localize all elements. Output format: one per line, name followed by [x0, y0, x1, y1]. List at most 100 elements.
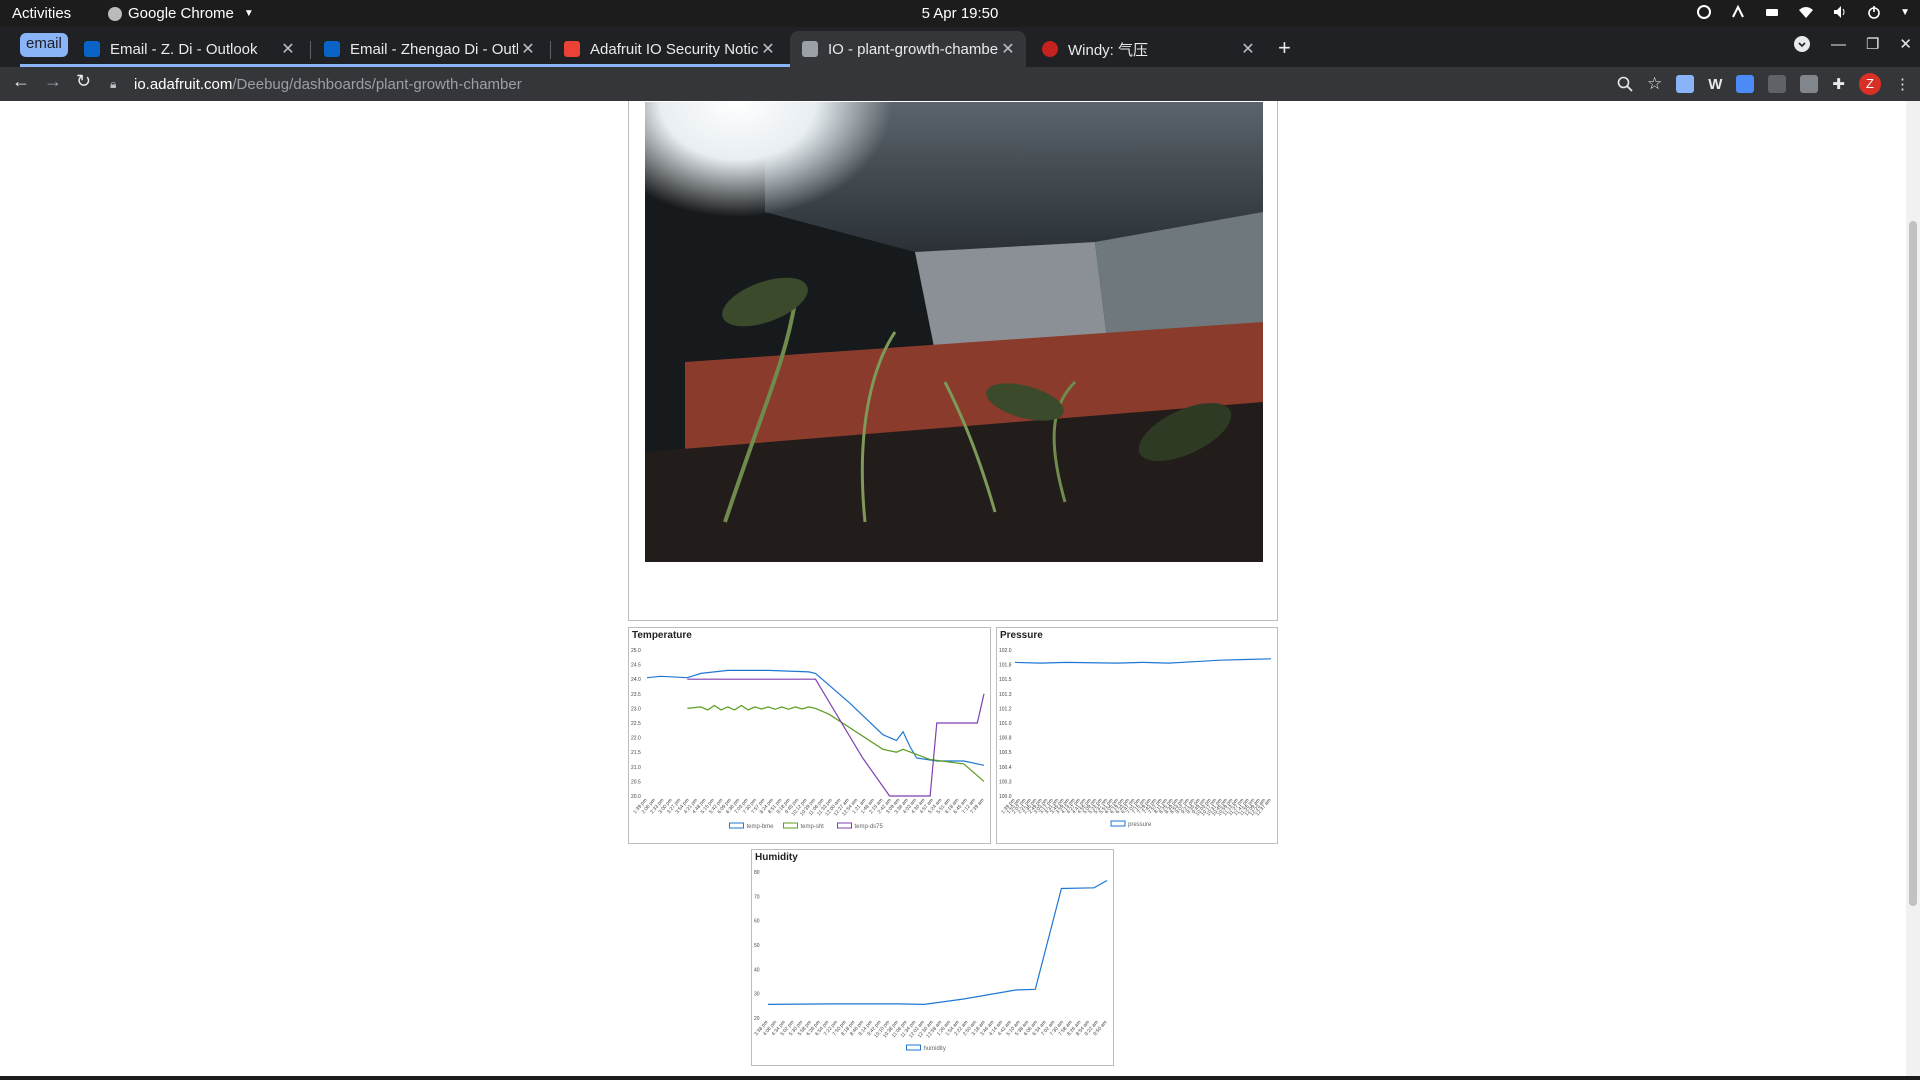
- extension-icon[interactable]: [1800, 75, 1819, 93]
- pressure-chart: 102.0 101.8 101.5 101.3 101.2 101.0 100.8 100.5…: [999, 648, 1273, 828]
- y-tick-label: 24.5: [631, 663, 641, 669]
- close-icon[interactable]: ✕: [518, 39, 538, 59]
- outlook-icon: [84, 41, 100, 57]
- activities-button[interactable]: Activities: [12, 5, 71, 22]
- y-tick-label: 25.0: [631, 648, 641, 654]
- reload-button[interactable]: ↻: [76, 71, 91, 92]
- power-icon[interactable]: [1866, 4, 1882, 20]
- network-tool-icon[interactable]: [1730, 4, 1746, 20]
- y-tick-label: 20: [754, 1016, 760, 1022]
- tab-separator: [550, 41, 551, 59]
- tab-outlook-2[interactable]: Email - Zhengao Di - Outlo ✕: [312, 31, 546, 67]
- system-tray[interactable]: ▼: [1696, 4, 1910, 20]
- chrome-icon: [108, 6, 122, 21]
- series-line-temp-sht: [687, 704, 985, 782]
- close-icon[interactable]: ✕: [278, 39, 298, 59]
- y-tick-label: 23.0: [631, 706, 641, 712]
- sync-icon[interactable]: [1696, 4, 1712, 20]
- temperature-chart-block[interactable]: Temperature 25.0 24.5 24.0 23.5 23.0 22.5 22.0…: [628, 627, 991, 844]
- series-line-temp-ds75: [687, 678, 985, 797]
- toolbar-actions: ☆ W ✚ Z ⋮: [1617, 73, 1910, 95]
- page-scrollbar[interactable]: [1906, 101, 1920, 1076]
- y-tick-label: 101.8: [999, 663, 1012, 669]
- tab-separator: [310, 41, 311, 59]
- y-tick-label: 100.4: [999, 765, 1012, 771]
- app-menu[interactable]: Google Chrome ▼: [108, 5, 254, 22]
- close-icon[interactable]: ✕: [1238, 39, 1258, 59]
- gmail-icon: [564, 41, 580, 57]
- tab-windy[interactable]: Windy: 气压 ✕: [1030, 31, 1266, 67]
- extension-icon[interactable]: [1676, 75, 1695, 93]
- y-tick-label: 22.5: [631, 721, 641, 727]
- profile-avatar[interactable]: Z: [1859, 73, 1881, 95]
- close-icon[interactable]: ✕: [998, 39, 1018, 59]
- close-window-button[interactable]: ✕: [1899, 35, 1912, 53]
- lock-icon[interactable]: 🔒︎: [110, 77, 122, 92]
- browser-toolbar: ← → ↻ 🔒︎ io.adafruit.com/Deebug/dashboar…: [0, 67, 1920, 101]
- y-tick-label: 22.0: [631, 736, 641, 742]
- legend-label-temp-ds75: temp-ds75: [855, 824, 884, 830]
- tab-group-email[interactable]: email: [20, 33, 68, 57]
- legend-swatch-temp-ds75: [837, 822, 852, 829]
- volume-icon[interactable]: [1832, 4, 1848, 20]
- outlook-icon: [324, 41, 340, 57]
- caret-down-icon[interactable]: ▼: [1900, 7, 1910, 18]
- y-tick-label: 100.3: [999, 779, 1012, 785]
- forward-button[interactable]: →: [44, 71, 62, 92]
- scrollbar-thumb[interactable]: [1909, 221, 1917, 906]
- legend-swatch-temp-sht: [783, 822, 798, 829]
- y-tick-label: 23.5: [631, 692, 641, 698]
- tab-title: Email - Z. Di - Outlook: [110, 40, 258, 58]
- y-tick-label: 30: [754, 992, 760, 998]
- y-tick-label: 101.2: [999, 706, 1012, 712]
- humidity-chart: 807060504030203:38 pm4:06 pm4:34 pm5:02 …: [753, 870, 1108, 1052]
- window-controls: — ❐ ✕: [1793, 35, 1912, 53]
- dashboard-page: Temperature 25.0 24.5 24.0 23.5 23.0 22.5 22.0…: [0, 101, 1906, 1076]
- y-tick-label: 50: [754, 943, 760, 949]
- maximize-button[interactable]: ❐: [1866, 35, 1879, 53]
- app-name: Google Chrome: [128, 5, 234, 22]
- new-tab-button[interactable]: +: [1278, 35, 1291, 61]
- system-top-bar: Activities Google Chrome ▼ 5 Apr 19:50 ▼: [0, 0, 1920, 27]
- docs-extension-icon[interactable]: [1736, 75, 1755, 93]
- url-path: /Deebug/dashboards/plant-growth-chamber: [232, 75, 522, 93]
- tab-adafruit-dashboard[interactable]: IO - plant-growth-chambe ✕: [790, 31, 1026, 67]
- tab-title: Windy: 气压: [1068, 41, 1149, 59]
- tab-title: Email - Zhengao Di - Outlo: [350, 40, 518, 58]
- tab-outlook-1[interactable]: Email - Z. Di - Outlook ✕: [72, 31, 306, 67]
- tab-gmail[interactable]: Adafruit IO Security Notic ✕: [552, 31, 786, 67]
- humidity-chart-block[interactable]: Humidity 80 70 60 50 40 30 20 3:38 pm 4:06 pm 4:3…: [751, 849, 1114, 1066]
- tab-title: IO - plant-growth-chambe: [828, 40, 998, 58]
- clock[interactable]: 5 Apr 19:50: [922, 5, 999, 22]
- tab-search-icon[interactable]: [1793, 35, 1811, 53]
- temperature-chart: 25.0 24.5 24.0 23.5 23.0 22.5 22.0 21.5 21.0 20.5…: [631, 648, 986, 830]
- legend-label-temp-bme: temp-bme: [747, 824, 775, 830]
- zoom-icon[interactable]: [1617, 76, 1633, 92]
- y-tick-label: 80: [754, 870, 760, 876]
- puzzle-extensions-icon[interactable]: ✚: [1832, 75, 1845, 93]
- close-icon[interactable]: ✕: [758, 39, 778, 59]
- y-tick-label: 100.5: [999, 750, 1012, 756]
- series-line-pressure: [1014, 658, 1272, 664]
- y-tick-label: 101.3: [999, 692, 1012, 698]
- y-tick-label: 100.8: [999, 736, 1012, 742]
- legend-label-temp-sht: temp-sht: [801, 824, 825, 830]
- bookmark-star-icon[interactable]: ☆: [1647, 74, 1662, 94]
- menu-kebab-icon[interactable]: ⋮: [1895, 75, 1910, 93]
- address-bar[interactable]: 🔒︎ io.adafruit.com/Deebug/dashboards/pla…: [110, 69, 1640, 99]
- caret-down-icon: ▼: [243, 8, 254, 19]
- keyboard-icon[interactable]: [1764, 4, 1780, 20]
- legend-label-pressure: pressure: [1128, 822, 1152, 828]
- y-tick-label: 101.0: [999, 721, 1012, 727]
- y-tick-label: 60: [754, 919, 760, 925]
- legend-label-humidity: humidity: [924, 1046, 946, 1052]
- pressure-chart-block[interactable]: Pressure 102.0 101.8 101.5 101.3 101.2 101.0 1…: [996, 627, 1278, 844]
- image-block[interactable]: [628, 101, 1278, 621]
- wifi-icon[interactable]: [1798, 4, 1814, 20]
- back-button[interactable]: ←: [12, 71, 30, 92]
- extension-icon[interactable]: [1768, 75, 1787, 93]
- y-tick-label: 40: [754, 967, 760, 973]
- minimize-button[interactable]: —: [1831, 36, 1846, 53]
- extension-w-icon[interactable]: W: [1708, 76, 1722, 93]
- windy-icon: [1042, 41, 1058, 57]
